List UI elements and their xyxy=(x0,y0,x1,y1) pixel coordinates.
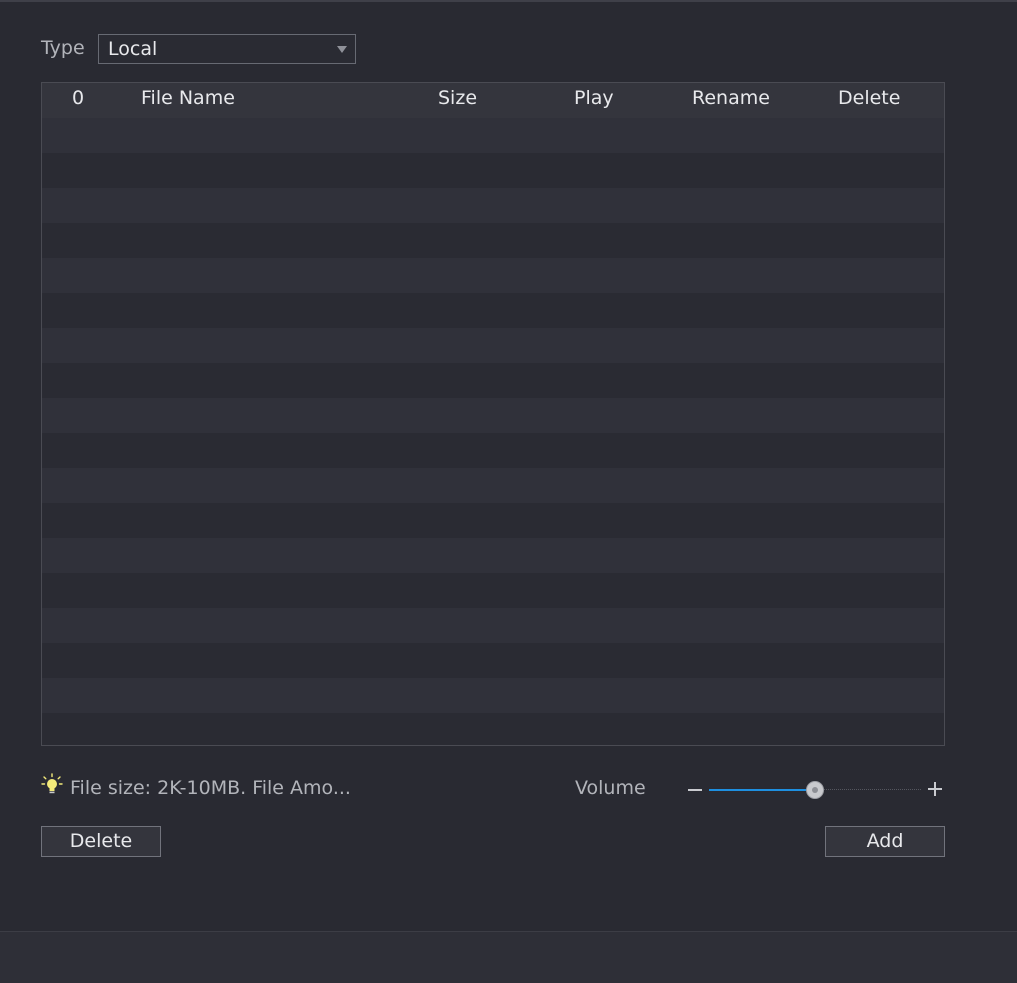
table-row xyxy=(42,468,944,503)
tip-text: File size: 2K-10MB. File Amo... xyxy=(70,777,351,799)
table-row xyxy=(42,608,944,643)
table-row xyxy=(42,538,944,573)
volume-knob[interactable] xyxy=(806,781,824,799)
volume-label: Volume xyxy=(575,777,646,799)
volume-slider[interactable] xyxy=(709,780,921,800)
table-row xyxy=(42,363,944,398)
table-row xyxy=(42,118,944,153)
table-row xyxy=(42,223,944,258)
column-header-file-name[interactable]: File Name xyxy=(141,87,235,109)
lightbulb-icon xyxy=(41,773,63,794)
table-row xyxy=(42,573,944,608)
table-row xyxy=(42,153,944,188)
table-row xyxy=(42,188,944,223)
volume-up-icon[interactable] xyxy=(928,782,942,796)
table-body xyxy=(42,118,944,745)
bottom-bar xyxy=(0,931,1017,983)
table-row xyxy=(42,293,944,328)
volume-down-icon[interactable] xyxy=(688,789,702,791)
column-header-size[interactable]: Size xyxy=(438,87,477,109)
column-header-play: Play xyxy=(574,87,614,109)
delete-button[interactable]: Delete xyxy=(41,826,161,857)
table-row xyxy=(42,433,944,468)
file-table: 0 File Name Size Play Rename Delete xyxy=(41,82,945,746)
table-row xyxy=(42,643,944,678)
type-dropdown[interactable]: Local xyxy=(98,34,356,64)
volume-fill xyxy=(709,789,815,791)
table-row xyxy=(42,503,944,538)
top-divider xyxy=(0,0,1017,2)
type-dropdown-value: Local xyxy=(108,38,158,60)
chevron-down-icon xyxy=(337,46,347,53)
column-header-delete: Delete xyxy=(838,87,901,109)
table-row xyxy=(42,398,944,433)
column-header-count[interactable]: 0 xyxy=(72,87,84,109)
table-row xyxy=(42,678,944,713)
table-header: 0 File Name Size Play Rename Delete xyxy=(42,83,944,119)
table-row xyxy=(42,328,944,363)
table-row xyxy=(42,713,944,745)
column-header-rename: Rename xyxy=(692,87,770,109)
type-label: Type xyxy=(41,37,85,59)
add-button[interactable]: Add xyxy=(825,826,945,857)
table-row xyxy=(42,258,944,293)
